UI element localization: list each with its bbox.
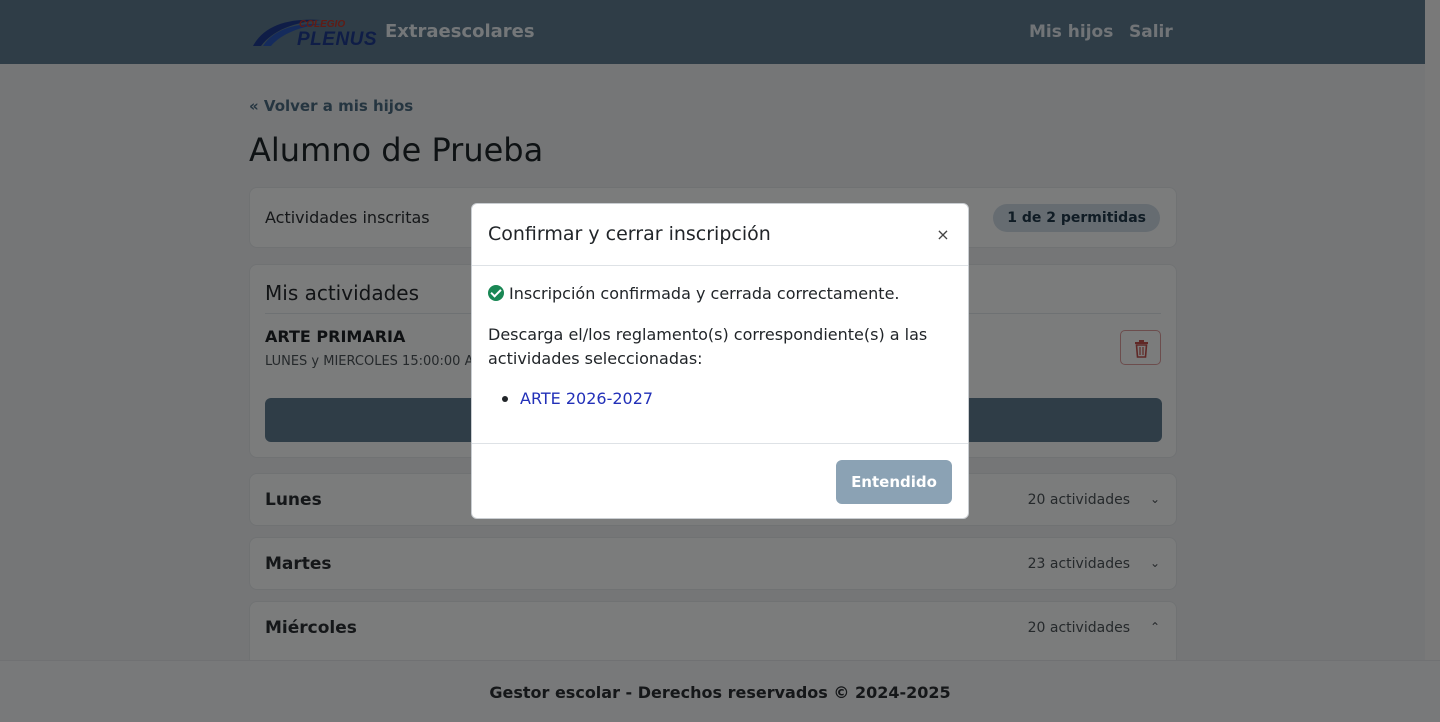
- document-link[interactable]: ARTE 2026-2027: [520, 389, 653, 408]
- modal-footer: Entendido: [472, 443, 968, 518]
- modal-header: Confirmar y cerrar inscripción ×: [472, 204, 968, 266]
- modal-title: Confirmar y cerrar inscripción: [488, 223, 771, 245]
- list-item: ARTE 2026-2027: [502, 387, 653, 411]
- success-text: Inscripción confirmada y cerrada correct…: [509, 284, 900, 303]
- entendido-button[interactable]: Entendido: [836, 460, 952, 504]
- document-list: ARTE 2026-2027: [502, 387, 653, 411]
- download-description: Descarga el/los reglamento(s) correspond…: [488, 325, 928, 368]
- check-circle-icon: [488, 285, 504, 301]
- close-icon[interactable]: ×: [932, 224, 954, 246]
- confirm-modal: Confirmar y cerrar inscripción × Inscrip…: [471, 203, 969, 519]
- success-message: Inscripción confirmada y cerrada correct…: [488, 284, 900, 303]
